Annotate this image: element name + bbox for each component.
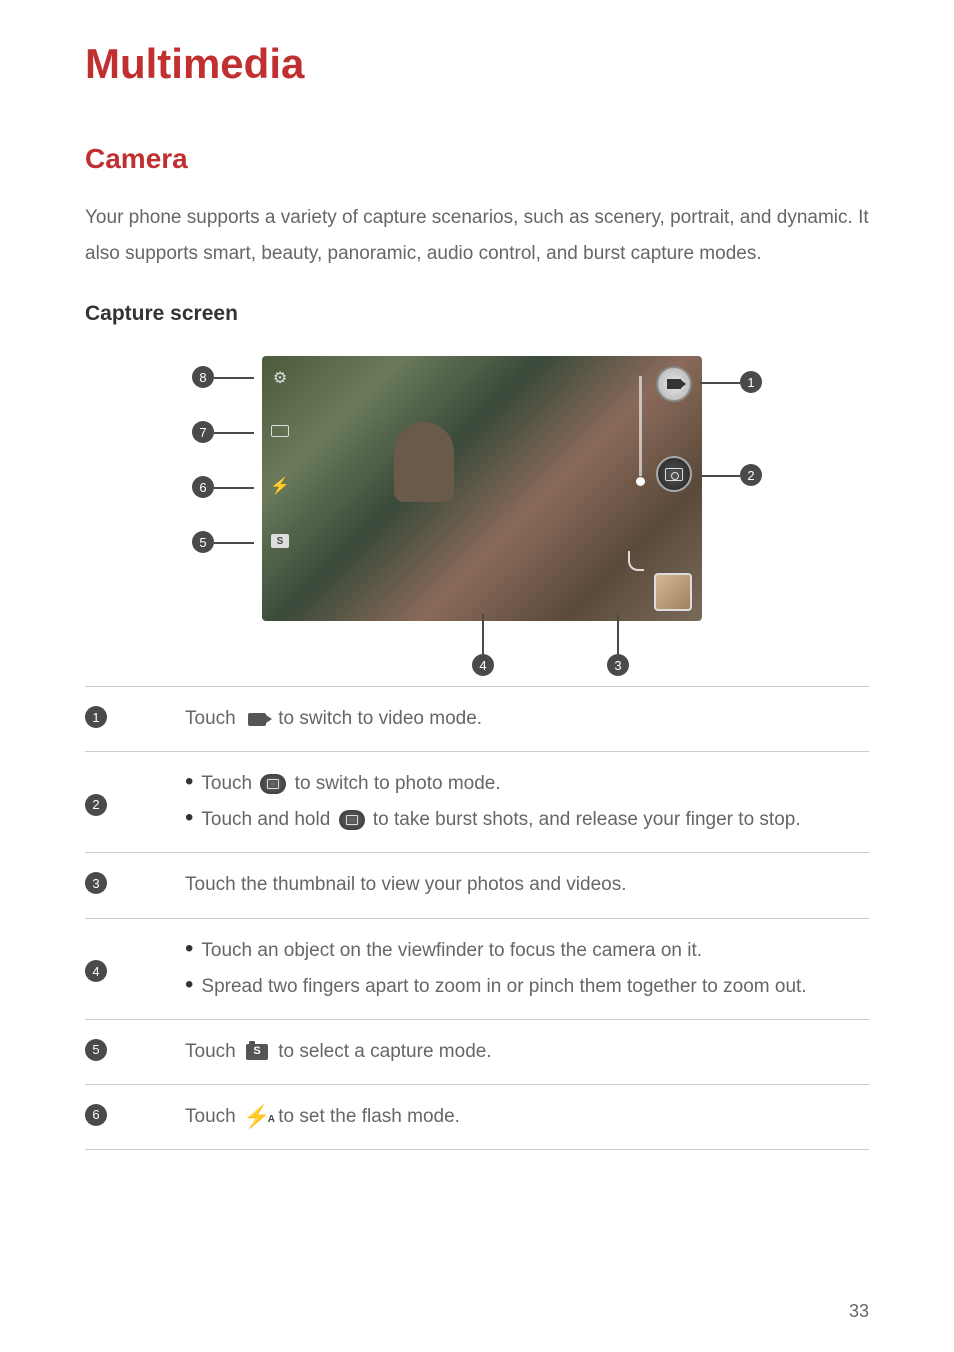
flash-icon: ⚡A [243,1107,271,1127]
row-number-6: 6 [85,1104,107,1126]
row5-text-before: Touch [185,1041,241,1062]
table-row: 5 Touch S to select a capture mode. [85,1019,869,1084]
row2-b2-after: to take burst shots, and release your fi… [373,809,801,830]
row3-text: Touch the thumbnail to view your photos … [185,867,869,903]
section-heading-camera: Camera [85,143,869,175]
page-title: Multimedia [85,40,869,88]
callout-3: 3 [607,654,629,676]
zoom-slider [639,376,642,476]
shutter-button [656,456,692,492]
video-mode-button [656,366,692,402]
mode-icon [270,531,290,551]
intro-text: Your phone supports a variety of capture… [85,200,869,272]
table-row: 6 Touch ⚡A to set the flash mode. [85,1084,869,1150]
camera-icon [665,468,683,481]
settings-icon: ⚙ [270,368,290,388]
gesture-arrow [628,551,644,571]
row2-b1-before: Touch [201,773,257,794]
callout-1: 1 [740,371,762,393]
row6-text-before: Touch [185,1106,241,1127]
switch-camera-icon [270,421,290,441]
gallery-thumbnail [654,573,692,611]
row5-text-after: to select a capture mode. [278,1041,491,1062]
table-row: 1 Touch to switch to video mode. [85,686,869,751]
row-number-3: 3 [85,872,107,894]
description-table: 1 Touch to switch to video mode. 2 • Tou… [85,686,869,1150]
row6-text-after: to set the flash mode. [278,1106,460,1127]
table-row: 4 • Touch an object on the viewfinder to… [85,918,869,1019]
camera-figure: ⚙ ⚡ 1 2 3 4 5 [192,356,762,676]
callout-4: 4 [472,654,494,676]
row-number-4: 4 [85,960,107,982]
row1-text-before: Touch [185,708,241,729]
bullet-icon: • [185,969,193,1000]
row4-b2: Spread two fingers apart to zoom in or p… [201,969,869,1005]
row2-b2-before: Touch and hold [201,809,335,830]
row-number-2: 2 [85,794,107,816]
mode-icon: S [243,1042,271,1062]
video-icon [667,379,681,389]
table-row: 3 Touch the thumbnail to view your photo… [85,852,869,917]
video-icon [243,709,271,729]
callout-5: 5 [192,531,214,553]
camera-icon [338,810,366,830]
camera-figure-container: ⚙ ⚡ 1 2 3 4 5 [85,356,869,676]
row4-b1: Touch an object on the viewfinder to foc… [201,933,869,969]
callout-6: 6 [192,476,214,498]
flash-icon: ⚡ [270,476,290,496]
bullet-icon: • [185,766,193,797]
table-row: 2 • Touch to switch to photo mode. • Tou… [85,751,869,852]
camera-icon [259,774,287,794]
camera-viewfinder: ⚙ ⚡ [262,356,702,621]
callout-8: 8 [192,366,214,388]
bullet-icon: • [185,802,193,833]
callout-2: 2 [740,464,762,486]
capture-screen-heading: Capture screen [85,302,869,326]
page-number: 33 [849,1301,869,1322]
row2-b1-after: to switch to photo mode. [295,773,501,794]
row-number-1: 1 [85,706,107,728]
callout-7: 7 [192,421,214,443]
row1-text-after: to switch to video mode. [278,708,482,729]
bullet-icon: • [185,933,193,964]
row-number-5: 5 [85,1039,107,1061]
